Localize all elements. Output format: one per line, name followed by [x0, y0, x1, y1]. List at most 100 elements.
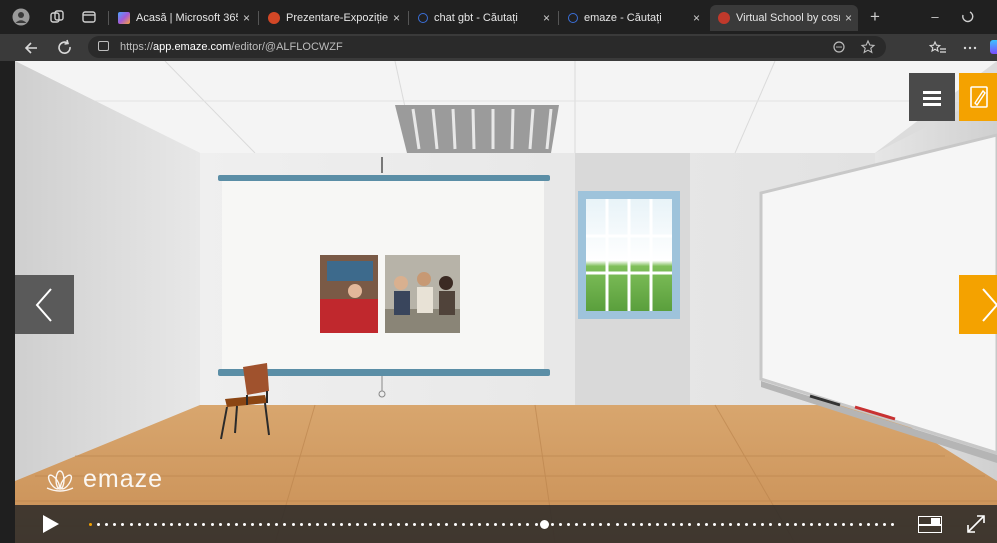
new-tab-button[interactable]: + [866, 8, 884, 26]
more-options-icon[interactable] [960, 38, 980, 58]
progress-dot[interactable] [267, 523, 270, 526]
fullscreen-button[interactable] [965, 513, 987, 535]
progress-dot[interactable] [138, 523, 141, 526]
progress-dot[interactable] [154, 523, 157, 526]
progress-dot[interactable] [292, 523, 295, 526]
progress-dot[interactable] [769, 523, 772, 526]
progress-dot[interactable] [121, 523, 124, 526]
address-bar[interactable]: https://app.emaze.com/editor/@ALFLOCWZF [88, 36, 886, 58]
previous-slide-button[interactable] [15, 275, 74, 334]
progress-dot[interactable] [729, 523, 732, 526]
tab-chat-search[interactable]: chat gbt - Căutați × [410, 5, 556, 31]
progress-dot[interactable] [502, 523, 505, 526]
progress-dot[interactable] [591, 523, 594, 526]
tab-emaze-search[interactable]: emaze - Căutați × [560, 5, 706, 31]
progress-dot[interactable] [802, 523, 805, 526]
progress-dot[interactable] [89, 523, 92, 526]
progress-dot[interactable] [251, 523, 254, 526]
tab-close-icon[interactable]: × [845, 5, 852, 31]
progress-dot[interactable] [737, 523, 740, 526]
progress-dot[interactable] [454, 523, 457, 526]
progress-dot[interactable] [842, 523, 845, 526]
progress-dot[interactable] [575, 523, 578, 526]
tab-close-icon[interactable]: × [543, 5, 550, 31]
progress-current-dot[interactable] [540, 520, 549, 529]
progress-dot[interactable] [624, 523, 627, 526]
progress-dot[interactable] [470, 523, 473, 526]
progress-dot[interactable] [551, 523, 554, 526]
progress-dot[interactable] [170, 523, 173, 526]
refresh-button[interactable] [55, 38, 75, 58]
tab-actions-icon[interactable] [80, 8, 98, 26]
progress-dot[interactable] [194, 523, 197, 526]
progress-dot[interactable] [640, 523, 643, 526]
progress-dot[interactable] [478, 523, 481, 526]
progress-dot[interactable] [583, 523, 586, 526]
progress-dot[interactable] [316, 523, 319, 526]
progress-dot[interactable] [235, 523, 238, 526]
progress-dot[interactable] [332, 523, 335, 526]
progress-dot[interactable] [243, 523, 246, 526]
progress-dot[interactable] [356, 523, 359, 526]
progress-dot[interactable] [786, 523, 789, 526]
favorites-icon[interactable] [928, 38, 948, 58]
minimize-button[interactable]: – [926, 8, 944, 26]
progress-dot[interactable] [664, 523, 667, 526]
progress-dot[interactable] [850, 523, 853, 526]
progress-dot[interactable] [616, 523, 619, 526]
progress-dot[interactable] [259, 523, 262, 526]
progress-dot[interactable] [97, 523, 100, 526]
tab-close-icon[interactable]: × [393, 5, 400, 31]
progress-dot[interactable] [559, 523, 562, 526]
progress-dot[interactable] [834, 523, 837, 526]
progress-dot[interactable] [202, 523, 205, 526]
progress-dot[interactable] [648, 523, 651, 526]
progress-dot[interactable] [421, 523, 424, 526]
progress-dot[interactable] [308, 523, 311, 526]
progress-dot[interactable] [721, 523, 724, 526]
progress-dot[interactable] [697, 523, 700, 526]
progress-dot[interactable] [462, 523, 465, 526]
progress-dot[interactable] [745, 523, 748, 526]
progress-dot[interactable] [429, 523, 432, 526]
progress-dot[interactable] [826, 523, 829, 526]
progress-dot[interactable] [713, 523, 716, 526]
progress-dot[interactable] [373, 523, 376, 526]
progress-dot[interactable] [389, 523, 392, 526]
progress-dot[interactable] [607, 523, 610, 526]
progress-dot[interactable] [859, 523, 862, 526]
progress-dot[interactable] [867, 523, 870, 526]
progress-dot[interactable] [275, 523, 278, 526]
workspaces-icon[interactable] [48, 8, 66, 26]
progress-dot[interactable] [211, 523, 214, 526]
progress-dot[interactable] [599, 523, 602, 526]
copilot-icon[interactable] [990, 40, 997, 54]
progress-dot[interactable] [348, 523, 351, 526]
progress-dot[interactable] [340, 523, 343, 526]
progress-dot[interactable] [510, 523, 513, 526]
menu-button[interactable] [909, 73, 955, 121]
progress-dot[interactable] [518, 523, 521, 526]
tab-prezentare[interactable]: Prezentare-Expoziție virtua × [260, 5, 406, 31]
progress-dot[interactable] [445, 523, 448, 526]
edit-button[interactable] [959, 73, 997, 121]
progress-dot[interactable] [891, 523, 894, 526]
back-button[interactable] [22, 38, 42, 58]
progress-dot[interactable] [146, 523, 149, 526]
tab-virtual-school[interactable]: Virtual School by cosminri × [710, 5, 858, 31]
progress-dot[interactable] [680, 523, 683, 526]
progress-dot[interactable] [300, 523, 303, 526]
progress-dot[interactable] [113, 523, 116, 526]
progress-dot[interactable] [494, 523, 497, 526]
progress-dot[interactable] [875, 523, 878, 526]
progress-dot[interactable] [283, 523, 286, 526]
tab-close-icon[interactable]: × [693, 5, 700, 31]
progress-dot[interactable] [705, 523, 708, 526]
progress-dot[interactable] [632, 523, 635, 526]
progress-dot[interactable] [810, 523, 813, 526]
progress-dot[interactable] [324, 523, 327, 526]
play-button[interactable] [43, 515, 59, 533]
progress-dot[interactable] [526, 523, 529, 526]
progress-dot[interactable] [794, 523, 797, 526]
progress-dot[interactable] [186, 523, 189, 526]
